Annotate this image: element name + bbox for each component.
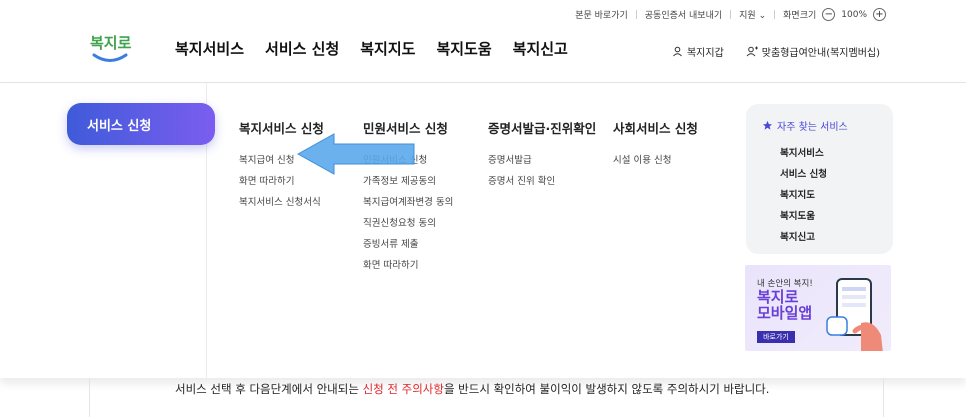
menu-item[interactable]: 가족정보 제공동의	[363, 173, 453, 194]
membership-link[interactable]: 맞춤형급여안내(복지멤버십)	[746, 44, 880, 59]
wallet-label: 복지지갑	[686, 48, 724, 59]
divider	[635, 10, 637, 19]
favorite-item[interactable]: 서비스 신청	[780, 166, 893, 187]
support-dropdown[interactable]: 지원 ⌄	[739, 8, 766, 21]
user-plus-icon	[746, 46, 758, 57]
zoom-out-button[interactable]: −	[822, 8, 836, 21]
favorite-services-box: 자주 찾는 서비스 복지서비스 서비스 신청 복지지도 복지도움 복지신고	[746, 104, 893, 254]
favorite-item[interactable]: 복지신고	[780, 229, 893, 250]
menu-item[interactable]: 시설 이용 신청	[613, 152, 698, 173]
zoom-control: 화면크기 − 100% +	[783, 8, 886, 21]
menu-column-title[interactable]: 사회서비스 신청	[613, 118, 698, 137]
phone-hand-icon	[826, 278, 883, 351]
zoom-in-button[interactable]: +	[873, 8, 886, 21]
menu-item[interactable]: 증명서 진위 확인	[488, 173, 596, 194]
utility-bar: 본문 바로가기 공동인증서 내보내기 지원 ⌄ 화면크기 − 100% +	[575, 8, 886, 21]
favorite-item[interactable]: 복지도움	[780, 208, 893, 229]
bokjiro-logo-icon: 복지로	[90, 34, 132, 62]
chevron-down-icon: ⌄	[758, 11, 767, 21]
menu-item[interactable]: 복지서비스 신청서식	[239, 194, 324, 215]
menu-item[interactable]: 복지급여계좌변경 동의	[363, 194, 453, 215]
skip-to-content-link[interactable]: 본문 바로가기	[575, 8, 628, 21]
nav-service-apply[interactable]: 서비스 신청	[265, 38, 339, 59]
side-menu-service-apply[interactable]: 서비스 신청	[67, 103, 215, 145]
banner-title-line2: 모바일앱	[757, 304, 813, 322]
banner-go-button[interactable]: 바로가기	[757, 331, 795, 343]
svg-text:복지로: 복지로	[90, 34, 132, 52]
wallet-link[interactable]: 복지지갑	[672, 44, 724, 59]
star-icon	[762, 120, 773, 130]
divider	[774, 10, 776, 19]
membership-label: 맞춤형급여안내(복지멤버십)	[761, 48, 880, 59]
main-navigation: 복지서비스 서비스 신청 복지지도 복지도움 복지신고	[175, 38, 568, 59]
menu-column-title[interactable]: 증명서발급·진위확인	[488, 118, 596, 137]
notice-part2: 을 반드시 확인하여 불이익이 발생하지 않도록 주의하시기 바랍니다.	[443, 382, 770, 396]
menu-column-certificate: 증명서발급·진위확인 증명서발급 증명서 진위 확인	[488, 118, 596, 194]
menu-item[interactable]: 증명서발급	[488, 152, 596, 173]
menu-item[interactable]: 화면 따라하기	[363, 257, 453, 278]
banner-title: 복지로 모바일앱	[757, 289, 812, 321]
zoom-value: 100%	[841, 9, 867, 20]
menu-column-social-service: 사회서비스 신청 시설 이용 신청	[613, 118, 698, 173]
header-links: 복지지갑 맞춤형급여안내(복지멤버십)	[672, 44, 880, 59]
mobile-app-banner[interactable]: 내 손안의 복지! 복지로 모바일앱 바로가기	[745, 265, 891, 351]
menu-item[interactable]: 직권신청요청 동의	[363, 215, 453, 236]
menu-item[interactable]: 화면 따라하기	[239, 173, 324, 194]
notice-text: 서비스 선택 후 다음단계에서 안내되는 신청 전 주의사항을 반드시 확인하여…	[175, 381, 769, 397]
nav-welfare-help[interactable]: 복지도움	[436, 38, 491, 59]
site-logo[interactable]: 복지로	[88, 30, 132, 66]
notice-part1: 서비스 선택 후 다음단계에서 안내되는	[175, 382, 363, 396]
favorite-item[interactable]: 복지서비스	[780, 145, 893, 166]
favorite-title-label: 자주 찾는 서비스	[777, 122, 848, 133]
support-label: 지원	[739, 11, 756, 21]
menu-item[interactable]: 증빙서류 제출	[363, 236, 453, 257]
nav-welfare-report[interactable]: 복지신고	[513, 38, 568, 59]
nav-welfare-service[interactable]: 복지서비스	[175, 38, 244, 59]
banner-title-line1: 복지로	[757, 288, 799, 306]
nav-welfare-map[interactable]: 복지지도	[360, 38, 415, 59]
favorite-item[interactable]: 복지지도	[780, 187, 893, 208]
favorite-services-title: 자주 찾는 서비스	[762, 118, 893, 133]
cert-export-link[interactable]: 공동인증서 내보내기	[645, 8, 722, 21]
notice-highlight: 신청 전 주의사항	[362, 382, 444, 396]
user-icon	[673, 46, 682, 57]
pointer-arrow-icon	[296, 133, 415, 175]
zoom-label: 화면크기	[783, 11, 817, 21]
divider	[730, 10, 732, 19]
